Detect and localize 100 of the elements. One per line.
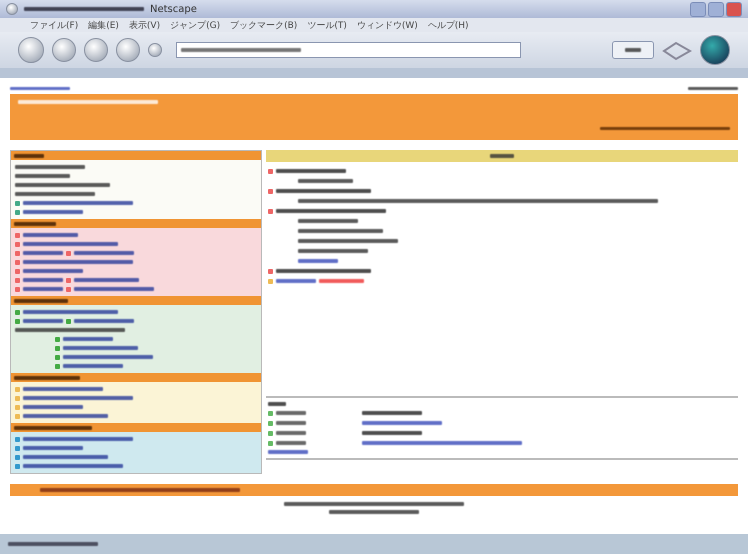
back-button[interactable]	[18, 37, 44, 63]
blurred-link[interactable]	[23, 210, 83, 214]
blurred-link[interactable]	[23, 414, 108, 418]
bullet-icon	[15, 260, 20, 264]
bullet-icon	[15, 250, 20, 256]
blurred-link[interactable]	[23, 464, 123, 468]
blurred-text	[14, 154, 44, 158]
bullet-icon	[268, 440, 273, 446]
blurred-link[interactable]	[10, 86, 70, 90]
bullet-icon	[15, 210, 20, 214]
bullet-icon	[55, 354, 60, 360]
blurred-link[interactable]	[23, 233, 78, 237]
bullet-icon	[268, 168, 273, 174]
bullet-icon	[15, 446, 20, 450]
blurred-text	[276, 169, 346, 173]
blurred-link[interactable]	[23, 446, 83, 450]
menu-item[interactable]: ブックマーク(B)	[230, 18, 298, 32]
blurred-link[interactable]	[23, 319, 63, 323]
blurred-text	[298, 219, 358, 223]
bullet-icon	[15, 396, 20, 400]
bullet-icon	[15, 268, 20, 274]
bullet-icon	[55, 336, 60, 342]
blurred-link[interactable]	[23, 310, 118, 314]
stop-button[interactable]	[116, 38, 140, 62]
address-field[interactable]	[176, 42, 521, 58]
bullet-icon	[66, 278, 71, 282]
blurred-link[interactable]	[362, 421, 442, 425]
menu-item[interactable]: ツール(T)	[307, 18, 347, 32]
blurred-link[interactable]	[63, 364, 123, 368]
blurred-link[interactable]	[23, 405, 83, 409]
close-button[interactable]	[726, 2, 742, 16]
blurred-text	[688, 86, 738, 90]
bullet-icon	[15, 278, 20, 282]
menu-item[interactable]: 表示(V)	[128, 18, 160, 32]
bullet-icon	[268, 430, 273, 436]
search-button[interactable]	[612, 41, 654, 59]
blurred-link[interactable]	[23, 269, 83, 273]
blurred-text	[276, 431, 306, 435]
blurred-text	[268, 402, 286, 406]
blurred-link[interactable]	[63, 346, 138, 350]
blurred-link[interactable]	[23, 387, 103, 391]
blurred-text	[15, 174, 70, 178]
blurred-text	[362, 431, 422, 435]
blurred-link[interactable]	[362, 441, 522, 445]
menu-item[interactable]: ヘルプ(H)	[428, 18, 469, 32]
maximize-button[interactable]	[708, 2, 724, 16]
blurred-text	[14, 376, 80, 380]
bullet-icon	[55, 346, 60, 350]
reload-button[interactable]	[84, 38, 108, 62]
blurred-link[interactable]	[74, 287, 154, 291]
bullet-icon	[268, 208, 273, 214]
blurred-link[interactable]	[298, 259, 338, 263]
blurred-link[interactable]	[23, 287, 63, 291]
bullet-icon	[15, 318, 20, 324]
blurred-link[interactable]	[23, 251, 63, 255]
bullet-icon	[268, 278, 273, 284]
blurred-link[interactable]	[23, 201, 133, 205]
bullet-icon	[15, 242, 20, 246]
bullet-icon	[15, 310, 20, 314]
blurred-text	[490, 154, 514, 158]
blurred-link[interactable]	[276, 279, 316, 283]
blurred-link[interactable]	[23, 437, 133, 441]
bullet-icon	[15, 436, 20, 442]
bullet-icon	[55, 364, 60, 368]
blurred-text	[625, 48, 641, 52]
forward-button[interactable]	[52, 38, 76, 62]
bullet-icon	[15, 386, 20, 392]
bullet-icon	[15, 454, 20, 460]
blurred-text	[15, 165, 85, 169]
blurred-link[interactable]	[74, 251, 134, 255]
blurred-link[interactable]	[23, 242, 118, 246]
minimize-button[interactable]	[690, 2, 706, 16]
bullet-icon	[15, 464, 20, 468]
home-button[interactable]	[148, 43, 162, 57]
blurred-link[interactable]	[23, 278, 63, 282]
blurred-link[interactable]	[268, 450, 308, 454]
bullet-icon	[15, 404, 20, 410]
window-title: Netscape	[150, 4, 197, 14]
bullet-icon	[15, 286, 20, 292]
blurred-link[interactable]	[23, 455, 108, 459]
blurred-link[interactable]	[74, 319, 134, 323]
blurred-link[interactable]	[74, 278, 139, 282]
blurred-text	[14, 222, 56, 226]
blurred-text	[319, 279, 364, 283]
blurred-link[interactable]	[23, 396, 133, 400]
bullet-icon	[268, 410, 273, 416]
menu-item[interactable]: 編集(E)	[88, 18, 119, 32]
bullet-icon	[15, 200, 20, 206]
bullet-icon	[66, 250, 71, 256]
menu-item[interactable]: ウィンドウ(W)	[356, 18, 418, 32]
blurred-text	[276, 421, 306, 425]
menu-item[interactable]: ファイル(F)	[30, 18, 78, 32]
bullet-icon	[66, 286, 71, 292]
blurred-link[interactable]	[63, 337, 113, 341]
bullet-icon	[268, 420, 273, 426]
blurred-text	[298, 179, 353, 183]
menu-item[interactable]: ジャンプ(G)	[170, 18, 220, 32]
bullet-icon	[268, 268, 273, 274]
blurred-link[interactable]	[63, 355, 153, 359]
blurred-link[interactable]	[23, 260, 133, 264]
